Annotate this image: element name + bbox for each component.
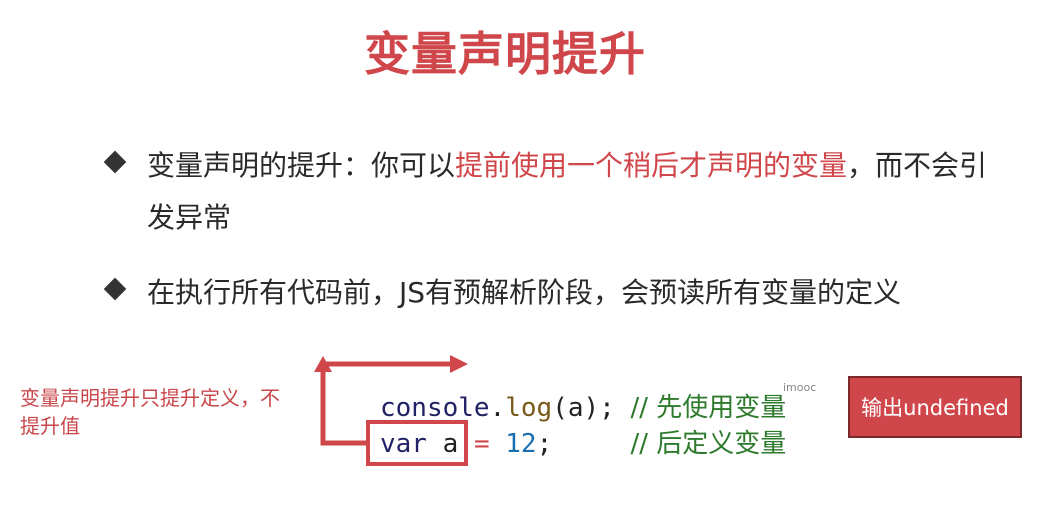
code-semicolon: ;	[536, 429, 553, 459]
bullet-text-before: 变量声明的提升：你可以	[147, 149, 456, 182]
code-args: (a);	[552, 393, 615, 423]
bullet-text: 变量声明的提升：你可以提前使用一个稍后才声明的变量，而不会引发异常	[147, 140, 997, 244]
code-number: 12	[505, 429, 537, 459]
watermark: imooc	[783, 381, 817, 394]
diamond-bullet-icon	[103, 277, 127, 301]
bullet-text: 在执行所有代码前，JS有预解析阶段，会预读所有变量的定义	[147, 276, 902, 309]
code-line-var-declaration: var a = 12; // 后定义变量	[380, 427, 786, 461]
output-label: 输出undefined	[861, 396, 1009, 420]
code-comment: // 后定义变量	[630, 429, 787, 459]
code-variable: a	[442, 429, 459, 459]
diamond-bullet-icon	[103, 150, 127, 174]
slide-title: 变量声明提升	[364, 27, 646, 81]
code-dot: .	[489, 393, 506, 423]
hoisting-note: 变量声明提升只提升定义，不提升值	[20, 386, 280, 438]
code-line-console-log: console.log(a); // 先使用变量	[380, 391, 786, 425]
bullet-item-preparse: 在执行所有代码前，JS有预解析阶段，会预读所有变量的定义	[100, 267, 997, 319]
code-comment: // 先使用变量	[630, 393, 787, 423]
code-object: console	[380, 393, 490, 423]
code-function: log	[505, 393, 553, 423]
bullet-highlight: 提前使用一个稍后才声明的变量	[455, 149, 848, 182]
output-result-box: 输出undefined	[848, 376, 1022, 438]
bullet-item-hoisting: 变量声明的提升：你可以提前使用一个稍后才声明的变量，而不会引发异常	[100, 140, 997, 244]
code-keyword: var	[380, 429, 427, 459]
code-operator: =	[473, 429, 490, 459]
